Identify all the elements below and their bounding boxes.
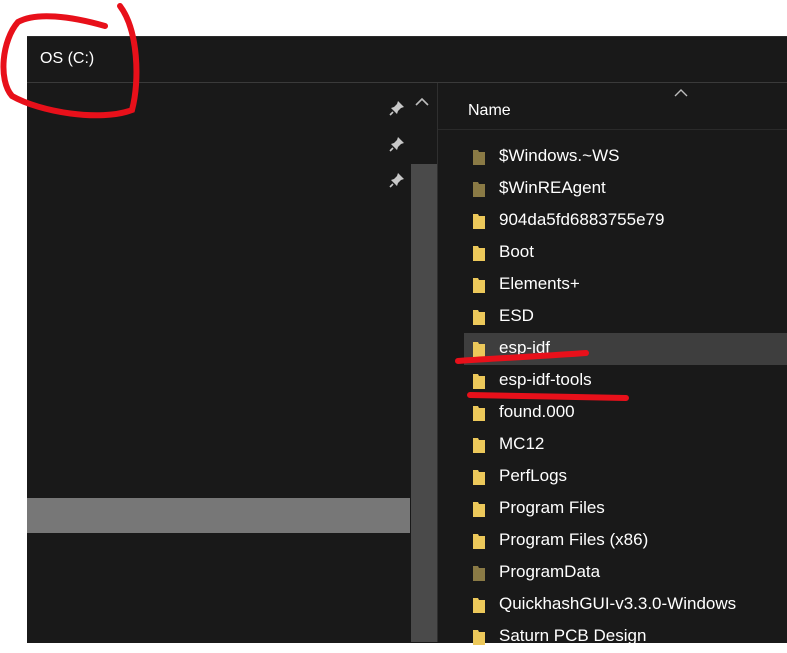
list-item-label: ESD <box>499 306 534 325</box>
sort-ascending-icon <box>674 89 688 97</box>
file-list: Name $Windows.~WS $WinREAgent 904da5fd6883… <box>438 83 787 645</box>
folder-hidden-icon <box>473 182 485 197</box>
address-bar[interactable]: OS (C:) <box>27 37 787 83</box>
folder-hidden-icon <box>473 150 485 165</box>
folder-icon <box>473 406 485 421</box>
list-item-label: QuickhashGUI-v3.3.0-Windows <box>499 594 737 613</box>
screenshot-margin-left <box>0 36 27 642</box>
list-item-label: esp-idf-tools <box>499 370 592 389</box>
list-item-label: Program Files (x86) <box>499 530 649 549</box>
list-item-label: esp-idf <box>499 338 551 357</box>
list-item[interactable]: MC12 <box>464 429 787 461</box>
folder-hidden-icon <box>473 566 485 581</box>
address-path[interactable]: OS (C:) <box>40 50 94 68</box>
pin-icon[interactable] <box>388 99 406 117</box>
folder-icon <box>473 630 485 645</box>
list-item-label: 904da5fd6883755e79 <box>499 210 665 229</box>
folder-icon <box>473 438 485 453</box>
list-item[interactable]: ESD <box>464 301 787 333</box>
list-item[interactable]: Program Files <box>464 493 787 525</box>
pin-icon[interactable] <box>388 171 406 189</box>
list-item[interactable]: esp-idf-tools <box>464 365 787 397</box>
list-item-label: $Windows.~WS <box>499 146 620 165</box>
folder-icon <box>473 374 485 389</box>
list-item[interactable]: 904da5fd6883755e79 <box>464 205 787 237</box>
list-item[interactable]: $WinREAgent <box>464 173 787 205</box>
folder-icon <box>473 598 485 613</box>
nav-selected-item[interactable] <box>27 498 410 533</box>
pin-icon[interactable] <box>388 135 406 153</box>
list-item[interactable]: esp-idf <box>464 333 787 365</box>
list-item-label: MC12 <box>499 434 545 453</box>
list-item[interactable]: found.000 <box>464 397 787 429</box>
nav-scrollbar[interactable] <box>411 164 437 642</box>
list-item[interactable]: Boot <box>464 237 787 269</box>
chevron-up-icon[interactable] <box>414 95 430 109</box>
list-item-label: Program Files <box>499 498 605 517</box>
folder-icon <box>473 342 485 357</box>
list-item-label: Elements+ <box>499 274 580 293</box>
list-item-label: $WinREAgent <box>499 178 606 197</box>
folder-icon <box>473 246 485 261</box>
list-item[interactable]: QuickhashGUI-v3.3.0-Windows <box>464 589 787 621</box>
list-item-label: found.000 <box>499 402 575 421</box>
header-divider <box>438 129 787 130</box>
folder-icon <box>473 470 485 485</box>
folder-icon <box>473 534 485 549</box>
column-header-name[interactable]: Name <box>468 102 511 120</box>
list-item[interactable]: Saturn PCB Design <box>464 621 787 653</box>
list-item[interactable]: Program Files (x86) <box>464 525 787 557</box>
list-item-label: Saturn PCB Design <box>499 626 647 645</box>
list-item[interactable]: $Windows.~WS <box>464 141 787 173</box>
list-item-label: Boot <box>499 242 534 261</box>
list-item-label: ProgramData <box>499 562 601 581</box>
list-item-label: PerfLogs <box>499 466 568 485</box>
screenshot-margin-top <box>0 0 787 36</box>
folder-icon <box>473 214 485 229</box>
folder-icon <box>473 502 485 517</box>
folder-icon <box>473 310 485 325</box>
list-item[interactable]: Elements+ <box>464 269 787 301</box>
navigation-pane <box>27 83 437 642</box>
list-item[interactable]: PerfLogs <box>464 461 787 493</box>
list-item[interactable]: ProgramData <box>464 557 787 589</box>
folder-icon <box>473 278 485 293</box>
